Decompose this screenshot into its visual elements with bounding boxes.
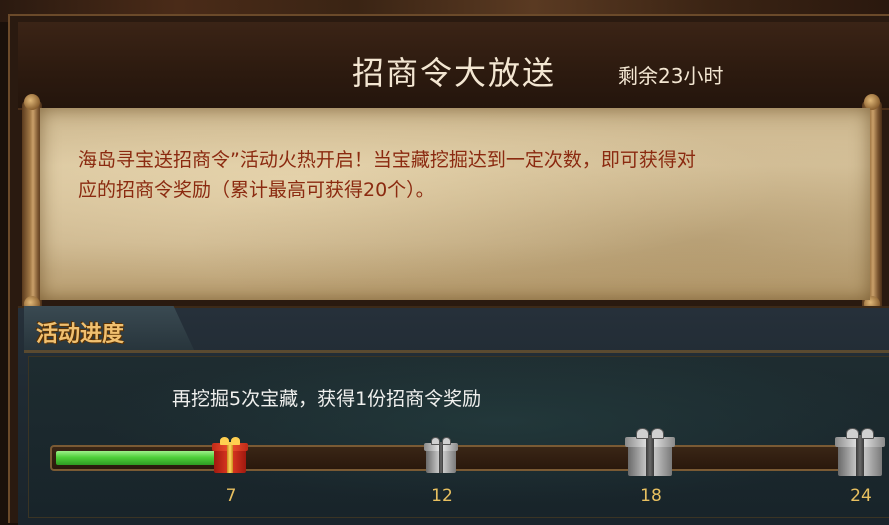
milestone-label: 7 <box>225 486 237 506</box>
milestone-label: 12 <box>431 486 453 506</box>
event-description: 海岛寻宝送招商令”活动火热开启！当宝藏挖掘达到一定次数，即可获得对 应的招商令奖… <box>78 145 848 205</box>
gift-grey-icon[interactable] <box>835 428 885 476</box>
roller-cap-icon <box>24 94 40 110</box>
page-title: 招商令大放送 <box>352 54 557 92</box>
gift-red-icon[interactable] <box>212 437 248 473</box>
remaining-time: 剩余23小时 <box>618 64 724 88</box>
progress-tab-label: 活动进度 <box>36 322 125 347</box>
description-line-2: 应的招商令奖励（累计最高可获得20个）。 <box>78 179 435 201</box>
milestone-label: 24 <box>850 486 872 506</box>
milestone-label: 18 <box>640 486 662 506</box>
description-line-1: 海岛寻宝送招商令”活动火热开启！当宝藏挖掘达到一定次数，即可获得对 <box>78 149 696 171</box>
divider <box>24 350 889 353</box>
scroll-roller-left <box>22 100 42 312</box>
gift-grey-icon[interactable] <box>625 428 675 476</box>
gift-grey-icon[interactable] <box>424 437 458 473</box>
progress-bar-fill <box>56 451 222 465</box>
progress-hint: 再挖掘5次宝藏，获得1份招商令奖励 <box>172 388 482 410</box>
